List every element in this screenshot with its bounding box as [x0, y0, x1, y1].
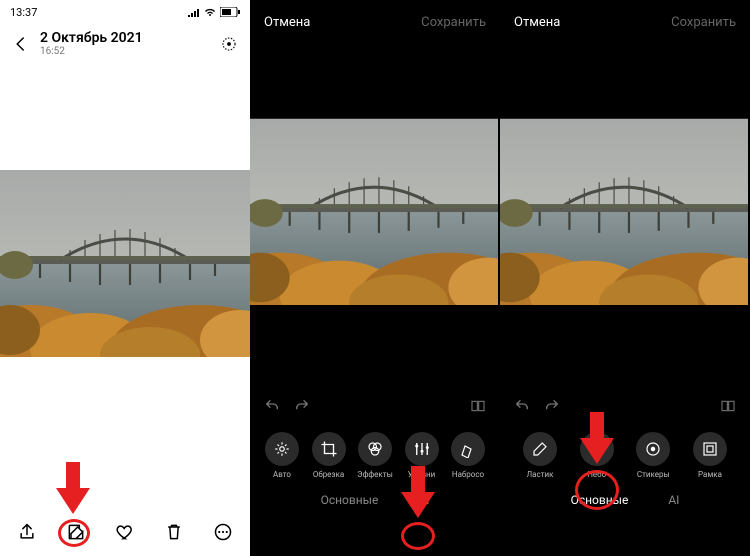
stickers-icon: [644, 440, 662, 458]
tool-label: Обрезка: [313, 470, 344, 479]
back-icon[interactable]: [12, 35, 30, 53]
favorite-button[interactable]: [114, 521, 136, 543]
tool-stickers[interactable]: Стикеры: [631, 432, 675, 479]
compare-icon[interactable]: [720, 398, 736, 414]
photo-header: 2 Октябрь 2021 16:52: [0, 20, 250, 67]
photo-display[interactable]: [0, 170, 250, 357]
editor-tool-row: Ластик Небо Стикеры Рамка: [500, 432, 750, 479]
tool-frame[interactable]: Рамка: [688, 432, 732, 479]
tool-levels[interactable]: Уровни: [400, 432, 444, 479]
heart-icon: [115, 522, 135, 542]
editor-basic-panel: Отмена Сохранить Авто Обрезка Эффекты Ур…: [250, 0, 500, 556]
editor-photo[interactable]: [500, 118, 748, 305]
undo-redo-row: [250, 390, 500, 422]
editor-header: Отмена Сохранить: [250, 0, 500, 44]
editor-header: Отмена Сохранить: [500, 0, 750, 44]
share-button[interactable]: [16, 521, 38, 543]
tool-auto[interactable]: Авто: [260, 432, 304, 479]
status-bar: 13:37: [0, 0, 250, 20]
category-ai[interactable]: AI: [668, 493, 679, 507]
editor-ai-panel: Отмена Сохранить Ластик Небо Стикеры Рам…: [500, 0, 750, 556]
highlight-arrow-edit: [56, 462, 90, 514]
tool-crop[interactable]: Обрезка: [307, 432, 351, 479]
photo-time-subtitle: 16:52: [40, 46, 210, 57]
gallery-view-panel: 13:37 2 Октябрь 2021 16:52: [0, 0, 250, 556]
undo-icon[interactable]: [264, 398, 280, 414]
undo-icon[interactable]: [514, 398, 530, 414]
trash-icon: [164, 522, 184, 542]
title-wrap: 2 Октябрь 2021 16:52: [40, 30, 210, 57]
photo-date-title: 2 Октябрь 2021: [40, 30, 210, 46]
more-button[interactable]: [212, 521, 234, 543]
compare-icon[interactable]: [470, 398, 486, 414]
tool-eraser[interactable]: Ластик: [518, 432, 562, 479]
auto-icon: [273, 440, 291, 458]
category-tabs: Основные AI: [500, 493, 750, 507]
highlight-circle-ai: [401, 522, 435, 550]
tool-label: Небо: [587, 470, 606, 479]
edit-icon: [66, 522, 86, 542]
tool-sky[interactable]: Небо: [575, 432, 619, 479]
tool-label: Набросо: [452, 470, 484, 479]
effects-icon: [366, 440, 384, 458]
redo-icon[interactable]: [294, 398, 310, 414]
save-button[interactable]: Сохранить: [671, 15, 736, 30]
eraser-icon: [531, 440, 549, 458]
delete-button[interactable]: [163, 521, 185, 543]
redo-icon[interactable]: [544, 398, 560, 414]
editor-tool-row: Авто Обрезка Эффекты Уровни Набросо: [250, 432, 500, 479]
undo-redo-row: [500, 390, 750, 422]
edit-button[interactable]: [65, 521, 87, 543]
share-icon: [17, 522, 37, 542]
tool-label: Ластик: [527, 470, 554, 479]
tool-label: Авто: [273, 470, 291, 479]
editor-photo[interactable]: [250, 118, 498, 305]
tool-label: Уровни: [408, 470, 436, 479]
crop-icon: [320, 440, 338, 458]
cloud-icon: [588, 440, 606, 458]
sketch-icon: [459, 440, 477, 458]
wifi-icon: [204, 7, 216, 17]
signal-icon: [188, 7, 200, 17]
tool-label: Эффекты: [357, 470, 393, 479]
cancel-button[interactable]: Отмена: [264, 15, 310, 30]
more-icon: [213, 522, 233, 542]
status-time: 13:37: [10, 6, 37, 19]
frame-icon: [701, 440, 719, 458]
tool-sketch[interactable]: Набросо: [446, 432, 490, 479]
status-icons: [188, 7, 240, 17]
tool-label: Стикеры: [637, 470, 670, 479]
cloud-sync-icon[interactable]: [220, 35, 238, 53]
levels-icon: [413, 440, 431, 458]
battery-icon: [220, 7, 240, 17]
save-button[interactable]: Сохранить: [421, 15, 486, 30]
cancel-button[interactable]: Отмена: [514, 15, 560, 30]
tool-label: Рамка: [698, 470, 722, 479]
bottom-toolbar: [0, 508, 250, 556]
tool-effects[interactable]: Эффекты: [353, 432, 397, 479]
category-tabs: Основные AI: [250, 493, 500, 507]
category-basic[interactable]: Основные: [571, 493, 629, 507]
category-ai[interactable]: AI: [418, 493, 429, 507]
category-basic[interactable]: Основные: [321, 493, 379, 507]
